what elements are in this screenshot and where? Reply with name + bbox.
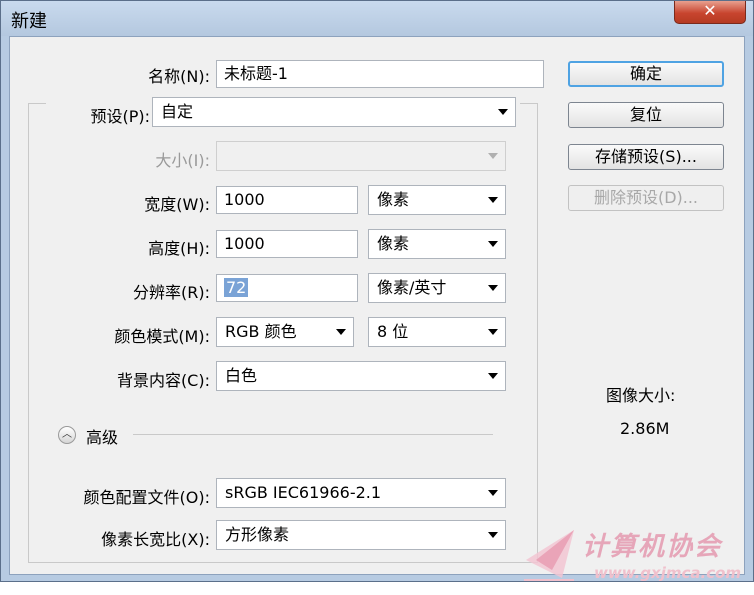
- chevron-down-icon: [488, 197, 498, 203]
- group-border-left: [28, 103, 29, 563]
- image-size-label: 图像大小:: [606, 386, 676, 405]
- height-unit-select[interactable]: 像素: [368, 229, 506, 259]
- group-border-top-right: [520, 103, 538, 104]
- group-border-bottom: [28, 562, 538, 563]
- size-label: 大小(I):: [155, 151, 210, 170]
- height-label: 高度(H):: [148, 239, 210, 258]
- size-select[interactable]: [216, 141, 506, 171]
- close-icon: ✕: [703, 1, 717, 20]
- height-input[interactable]: 1000: [216, 230, 358, 258]
- close-button[interactable]: ✕: [674, 1, 746, 24]
- bit-depth-select[interactable]: 8 位: [368, 317, 506, 347]
- chevron-down-icon: [488, 329, 498, 335]
- preset-select[interactable]: 自定: [152, 97, 516, 127]
- group-border-top-left: [28, 103, 46, 104]
- chevron-down-icon: [488, 373, 498, 379]
- chevron-down-icon: [336, 329, 346, 335]
- background-value: 白色: [225, 366, 258, 385]
- color-profile-label: 颜色配置文件(O):: [83, 488, 210, 507]
- chevron-down-icon: [488, 532, 498, 538]
- background-label: 背景内容(C):: [116, 371, 210, 390]
- chevron-down-icon: [488, 153, 498, 159]
- color-mode-select[interactable]: RGB 颜色: [216, 317, 354, 347]
- window-title: 新建: [11, 11, 47, 32]
- background-select[interactable]: 白色: [216, 361, 506, 391]
- height-unit-value: 像素: [377, 234, 410, 253]
- name-label: 名称(N):: [148, 67, 210, 86]
- bit-depth-value: 8 位: [377, 322, 409, 341]
- resolution-unit-select[interactable]: 像素/英寸: [368, 273, 506, 303]
- pixel-aspect-select[interactable]: 方形像素: [216, 520, 506, 550]
- width-input[interactable]: 1000: [216, 186, 358, 214]
- width-unit-value: 像素: [377, 190, 410, 209]
- new-document-dialog: 新建 ✕ 名称(N): 未标题-1 预设(P): 自定 大小(I): 宽度(W)…: [0, 0, 754, 582]
- color-profile-select[interactable]: sRGB IEC61966-2.1: [216, 478, 506, 508]
- chevron-down-icon: [488, 490, 498, 496]
- title-bar[interactable]: 新建 ✕: [1, 1, 753, 36]
- chevron-down-icon: [498, 109, 508, 115]
- image-size-value: 2.86M: [620, 419, 670, 438]
- watermark-url: www.gxjmca.com: [594, 564, 742, 582]
- color-mode-value: RGB 颜色: [225, 322, 297, 341]
- ok-button[interactable]: 确定: [568, 61, 724, 87]
- watermark: 计算机协会 www.gxjmca.com: [522, 520, 754, 588]
- delete-preset-button[interactable]: 删除预设(D)...: [568, 185, 724, 211]
- save-preset-button[interactable]: 存储预设(S)...: [568, 144, 724, 170]
- width-label: 宽度(W):: [144, 195, 210, 214]
- group-border-right: [537, 103, 538, 563]
- resolution-input[interactable]: 72: [216, 274, 358, 302]
- preset-label: 预设(P):: [90, 107, 150, 126]
- resolution-unit-value: 像素/英寸: [377, 278, 447, 297]
- dialog-client-area: 名称(N): 未标题-1 预设(P): 自定 大小(I): 宽度(W): 100…: [9, 36, 745, 575]
- reset-button[interactable]: 复位: [568, 102, 724, 128]
- name-input[interactable]: 未标题-1: [216, 60, 544, 88]
- watermark-logo-icon: [524, 530, 574, 581]
- advanced-divider: [133, 434, 493, 435]
- width-unit-select[interactable]: 像素: [368, 185, 506, 215]
- advanced-toggle-label[interactable]: 高级: [86, 424, 118, 448]
- chevron-up-icon[interactable]: ︿: [58, 426, 76, 444]
- resolution-value-selected: 72: [224, 278, 249, 297]
- watermark-text: 计算机协会: [582, 532, 723, 562]
- preset-value: 自定: [161, 102, 194, 121]
- resolution-label: 分辨率(R):: [133, 283, 210, 302]
- pixel-aspect-label: 像素长宽比(X):: [101, 530, 210, 549]
- color-profile-value: sRGB IEC61966-2.1: [225, 483, 382, 502]
- chevron-down-icon: [488, 241, 498, 247]
- color-mode-label: 颜色模式(M):: [114, 327, 210, 346]
- pixel-aspect-value: 方形像素: [225, 525, 290, 544]
- chevron-down-icon: [488, 285, 498, 291]
